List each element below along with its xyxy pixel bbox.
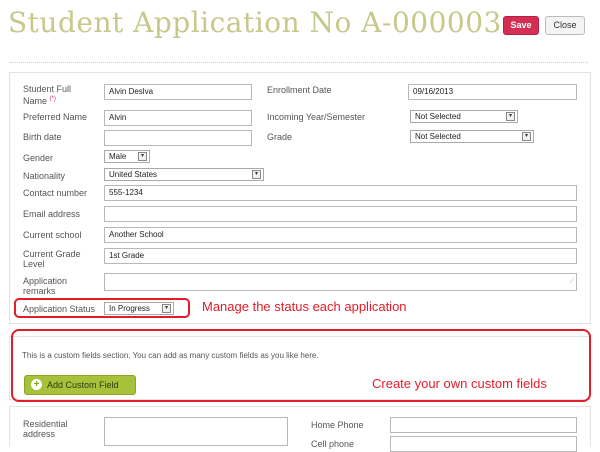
- remarks-label: Application remarks: [23, 276, 68, 296]
- residential-address-label: Residential address: [23, 419, 68, 439]
- remarks-textarea[interactable]: ⟋: [104, 273, 577, 291]
- current-school-label: Current school: [23, 230, 82, 240]
- application-status-label: Application Status: [23, 304, 96, 314]
- preferred-name-input[interactable]: Alvin: [104, 110, 252, 126]
- incoming-year-label: Incoming Year/Semester: [267, 112, 366, 122]
- residential-address-textarea[interactable]: [104, 417, 288, 446]
- grade-level-label: Current Grade Level: [23, 249, 81, 269]
- close-button[interactable]: Close: [545, 16, 585, 35]
- enrollment-date-input[interactable]: 09/16/2013: [408, 84, 577, 100]
- full-name-label: Student Full Name (*): [23, 84, 72, 106]
- nationality-label: Nationality: [23, 171, 66, 181]
- birth-date-input[interactable]: [104, 130, 252, 146]
- application-status-select[interactable]: In Progress ▾: [104, 302, 174, 315]
- add-custom-field-button[interactable]: + Add Custom Field: [24, 375, 136, 395]
- custom-fields-description: This is a custom fields section. You can…: [22, 351, 319, 360]
- chevron-down-icon: ▾: [506, 112, 515, 121]
- status-annotation: Manage the status each application: [202, 299, 407, 314]
- home-phone-label: Home Phone: [311, 420, 364, 430]
- chevron-down-icon: ▾: [162, 304, 171, 313]
- nationality-select[interactable]: United States ▾: [104, 168, 264, 181]
- home-phone-input[interactable]: [390, 417, 577, 433]
- incoming-year-select[interactable]: Not Selected ▾: [410, 110, 518, 123]
- chevron-down-icon: ▾: [252, 170, 261, 179]
- header-divider: [10, 62, 588, 63]
- required-mark: (*): [49, 96, 56, 102]
- birth-date-label: Birth date: [23, 132, 62, 142]
- custom-fields-annotation: Create your own custom fields: [372, 376, 547, 391]
- email-label: Email address: [23, 209, 81, 219]
- plus-icon: +: [31, 379, 42, 390]
- gender-label: Gender: [23, 153, 54, 163]
- grade-level-input[interactable]: 1st Grade: [104, 248, 577, 264]
- cell-phone-label: Cell phone: [311, 439, 355, 449]
- email-input[interactable]: [104, 206, 577, 222]
- save-button[interactable]: Save: [503, 16, 539, 35]
- enrollment-date-label: Enrollment Date: [267, 85, 332, 95]
- page-title: Student Application No A-000003: [8, 6, 502, 39]
- contact-number-label: Contact number: [23, 188, 88, 198]
- resize-grip-icon: ⟋: [569, 279, 574, 285]
- chevron-down-icon: ▾: [522, 132, 531, 141]
- contact-number-input[interactable]: 555-1234: [104, 185, 577, 201]
- current-school-input[interactable]: Another School: [104, 227, 577, 243]
- preferred-name-label: Preferred Name: [23, 112, 88, 122]
- chevron-down-icon: ▾: [138, 152, 147, 161]
- gender-select[interactable]: Male ▾: [104, 150, 150, 163]
- grade-label: Grade: [267, 132, 293, 142]
- grade-select[interactable]: Not Selected ▾: [410, 130, 534, 143]
- cell-phone-input[interactable]: [390, 436, 577, 452]
- full-name-input[interactable]: Alvin Deslva: [104, 84, 252, 100]
